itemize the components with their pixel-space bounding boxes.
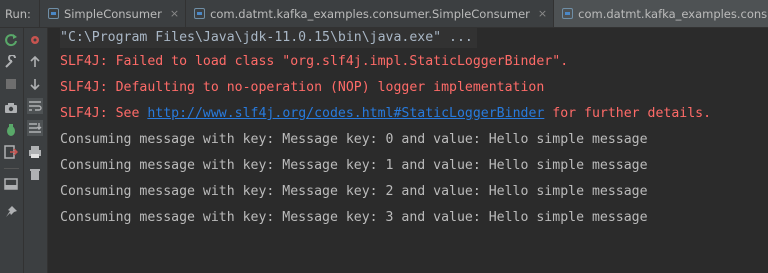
tab-label: com.datmt.kafka_examples.consumer.Simple… (578, 6, 768, 21)
bug-icon[interactable] (3, 122, 19, 138)
exit-icon[interactable] (3, 144, 19, 160)
close-icon[interactable]: × (170, 7, 179, 20)
trash-icon[interactable] (27, 166, 43, 182)
run-label: Run: (5, 6, 31, 21)
console-output-line: Consuming message with key: Message key:… (60, 132, 648, 147)
soft-wrap-icon[interactable] (27, 98, 43, 114)
run-tab-consumer-2[interactable]: com.datmt.kafka_examples.consumer.Simple… (553, 0, 768, 27)
pin-icon[interactable] (3, 204, 19, 220)
console-output-line: Consuming message with key: Message key:… (60, 158, 648, 173)
up-arrow-icon[interactable] (27, 54, 43, 70)
console-error-line: SLF4J: Failed to load class "org.slf4j.i… (60, 54, 569, 69)
run-config-icon (562, 8, 574, 19)
run-config-icon (194, 8, 206, 19)
console-output-line: Consuming message with key: Message key:… (60, 210, 648, 225)
console-error-line: SLF4J: Defaulting to no-operation (NOP) … (60, 80, 545, 95)
rerun-icon[interactable] (3, 32, 19, 48)
error-suffix: for further details. (544, 106, 712, 121)
slf4j-link[interactable]: http://www.slf4j.org/codes.html#StaticLo… (147, 106, 544, 121)
rerun-failed-icon[interactable] (27, 32, 43, 48)
camera-icon[interactable] (3, 100, 19, 116)
toolbar-divider (4, 168, 19, 169)
run-tab-bar: Run: SimpleConsumer × com.datmt.kafka_ex… (0, 0, 768, 28)
close-icon[interactable]: × (538, 7, 547, 20)
stop-icon[interactable] (3, 76, 19, 92)
scroll-to-end-icon[interactable] (27, 120, 43, 136)
run-config-icon (47, 8, 59, 19)
error-prefix: SLF4J: See (60, 106, 148, 121)
run-toolbar-right (24, 28, 48, 273)
console-output-line: Consuming message with key: Message key:… (60, 184, 648, 199)
run-toolbar-left (0, 28, 24, 273)
run-tab-consumer-1[interactable]: com.datmt.kafka_examples.consumer.Simple… (185, 0, 553, 27)
console-error-line: SLF4J: See http://www.slf4j.org/codes.ht… (60, 104, 711, 124)
run-tab-simpleconsumer[interactable]: SimpleConsumer × (38, 0, 185, 27)
down-arrow-icon[interactable] (27, 76, 43, 92)
tab-label: com.datmt.kafka_examples.consumer.Simple… (210, 6, 530, 21)
wrench-icon[interactable] (3, 54, 19, 70)
print-icon[interactable] (27, 144, 43, 160)
layout-icon[interactable] (3, 176, 19, 192)
tab-label: SimpleConsumer (63, 6, 162, 21)
console-command-line: "C:\Program Files\Java\jdk-11.0.15\bin\j… (60, 28, 477, 48)
console-output[interactable]: "C:\Program Files\Java\jdk-11.0.15\bin\j… (48, 28, 768, 273)
